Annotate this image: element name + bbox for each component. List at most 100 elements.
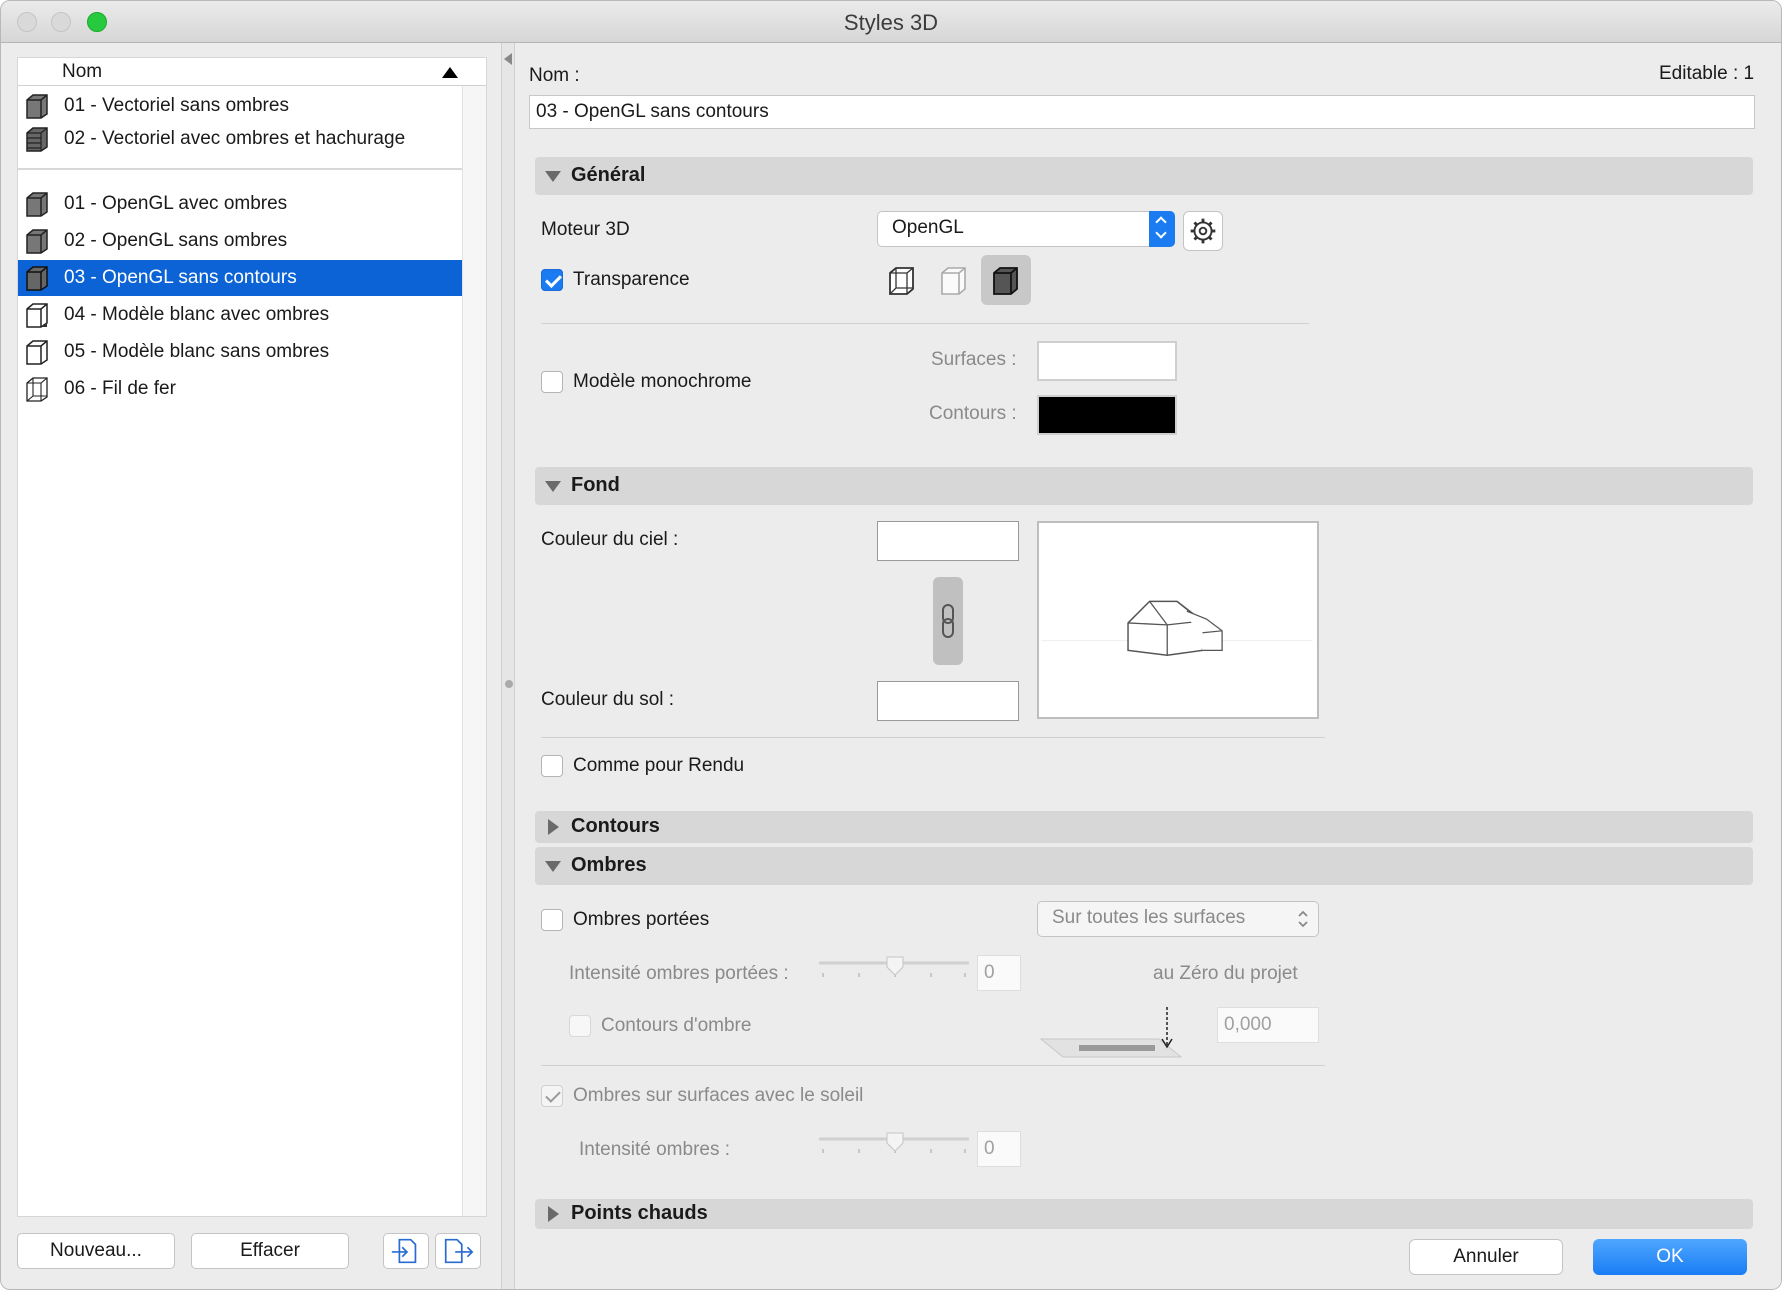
- title-bar: Styles 3D: [1, 1, 1781, 43]
- style-name-input[interactable]: 03 - OpenGL sans contours: [529, 95, 1755, 129]
- opengl-style-icon: [26, 266, 48, 291]
- window-title: Styles 3D: [843, 10, 939, 35]
- list-item-opengl-sans-contours[interactable]: 03 - OpenGL sans contours: [18, 260, 462, 296]
- collapse-arrow-icon[interactable]: [504, 53, 512, 65]
- shadow-intensity-slider[interactable]: [817, 1131, 971, 1161]
- monochrome-checkbox[interactable]: [541, 371, 563, 393]
- section-title: Fond: [571, 474, 620, 496]
- select-stepper-icon: [1149, 211, 1175, 247]
- shadow-contours-checkbox[interactable]: [569, 1015, 591, 1037]
- contours-color-swatch[interactable]: [1037, 395, 1177, 435]
- engine-settings-button[interactable]: [1183, 211, 1223, 251]
- chevron-updown-icon: [1298, 910, 1308, 928]
- name-label: Nom :: [529, 65, 580, 86]
- panel-splitter[interactable]: [501, 43, 515, 1289]
- cast-intensity-slider[interactable]: [817, 955, 971, 985]
- export-icon: [444, 1238, 474, 1264]
- cast-shadows-label: Ombres portées: [573, 909, 710, 930]
- chain-link-icon: [942, 604, 954, 638]
- ground-color-label: Couleur du sol :: [541, 689, 675, 710]
- sky-color-label: Couleur du ciel :: [541, 529, 679, 550]
- list-item-label: 02 - Vectoriel avec ombres et hachurage: [64, 128, 406, 149]
- like-render-label: Comme pour Rendu: [573, 755, 745, 776]
- splitter-handle-icon: [505, 680, 513, 688]
- like-render-checkbox[interactable]: [541, 755, 563, 777]
- vector-style-icon: [26, 94, 48, 119]
- sun-shadows-checkbox[interactable]: [541, 1085, 563, 1107]
- project-zero-label: au Zéro du projet: [1153, 963, 1298, 984]
- monochrome-label: Modèle monochrome: [573, 371, 752, 392]
- render-mode-hidden-line-button[interactable]: [929, 255, 979, 305]
- sun-shadows-label: Ombres sur surfaces avec le soleil: [573, 1085, 864, 1106]
- render-mode-shading-button[interactable]: [981, 255, 1031, 305]
- disclosure-expanded-icon: [545, 861, 561, 872]
- cast-shadows-mode-select[interactable]: Sur toutes les surfaces: [1037, 901, 1319, 937]
- list-scrollbar[interactable]: [462, 86, 486, 1216]
- ground-color-swatch[interactable]: [877, 681, 1019, 721]
- list-item-vectoriel-sans-ombres[interactable]: 01 - Vectoriel sans ombres: [18, 88, 462, 124]
- engine-select[interactable]: OpenGL: [877, 211, 1175, 247]
- new-style-button[interactable]: Nouveau...: [17, 1233, 175, 1269]
- section-title: Contours: [571, 815, 660, 837]
- section-general-header[interactable]: Général: [535, 157, 1753, 195]
- list-item-label: 01 - Vectoriel sans ombres: [64, 95, 289, 116]
- section-contours-header[interactable]: Contours: [535, 811, 1753, 843]
- elevation-value-field[interactable]: 0,000: [1217, 1007, 1319, 1043]
- cast-shadows-checkbox[interactable]: [541, 909, 563, 931]
- cast-intensity-value-field[interactable]: 0: [977, 955, 1021, 991]
- hatched-style-icon: [26, 127, 48, 152]
- wireframe-icon: [26, 377, 48, 402]
- cast-intensity-label: Intensité ombres portées :: [569, 963, 789, 984]
- contours-color-label: Contours :: [929, 403, 1017, 424]
- shadow-intensity-label: Intensité ombres :: [579, 1139, 731, 1160]
- surfaces-label: Surfaces :: [931, 349, 1017, 370]
- section-title: Points chauds: [571, 1202, 708, 1224]
- style-list-panel: Nom 01 - Vectoriel sans ombres 02 - Vect…: [1, 43, 501, 1289]
- list-item-modele-blanc-sans-ombres[interactable]: 05 - Modèle blanc sans ombres: [18, 334, 462, 370]
- import-icon: [391, 1238, 417, 1264]
- list-item-opengl-sans-ombres[interactable]: 02 - OpenGL sans ombres: [18, 223, 462, 259]
- transparency-checkbox[interactable]: [541, 269, 563, 291]
- background-preview: [1037, 521, 1319, 719]
- list-item-fil-de-fer[interactable]: 06 - Fil de fer: [18, 371, 462, 407]
- export-button[interactable]: [435, 1233, 481, 1269]
- delete-style-button[interactable]: Effacer: [191, 1233, 349, 1269]
- editable-count: Editable : 1: [1659, 63, 1755, 84]
- sky-color-swatch[interactable]: [877, 521, 1019, 561]
- list-item-label: 04 - Modèle blanc avec ombres: [64, 304, 330, 325]
- list-item-label: 05 - Modèle blanc sans ombres: [64, 341, 330, 362]
- section-shadows-header[interactable]: Ombres: [535, 847, 1753, 885]
- section-title: Général: [571, 164, 646, 186]
- cancel-button[interactable]: Annuler: [1409, 1239, 1563, 1275]
- shadow-plane-icon: [1039, 1007, 1183, 1058]
- surfaces-color-swatch[interactable]: [1037, 341, 1177, 381]
- disclosure-collapsed-icon: [548, 819, 559, 835]
- list-column-header[interactable]: Nom: [18, 58, 486, 86]
- ok-button[interactable]: OK: [1593, 1239, 1747, 1275]
- list-item-modele-blanc-avec-ombres[interactable]: 04 - Modèle blanc avec ombres: [18, 297, 462, 333]
- divider: [541, 737, 1325, 738]
- disclosure-expanded-icon: [545, 171, 561, 182]
- shading-mode-icon: [993, 267, 1018, 295]
- shadow-intensity-value-field[interactable]: 0: [977, 1131, 1021, 1167]
- disclosure-collapsed-icon: [548, 1206, 559, 1222]
- list-item-opengl-avec-ombres[interactable]: 01 - OpenGL avec ombres: [18, 186, 462, 222]
- render-mode-wireframe-button[interactable]: [877, 255, 927, 305]
- style-settings-panel: Nom : Editable : 1 03 - OpenGL sans cont…: [515, 43, 1781, 1289]
- list-item-label: 01 - OpenGL avec ombres: [64, 193, 288, 214]
- link-colors-button[interactable]: [933, 577, 963, 665]
- transparency-label: Transparence: [573, 269, 690, 290]
- list-item-vectoriel-avec-ombres[interactable]: 02 - Vectoriel avec ombres et hachurage: [18, 121, 462, 157]
- list-item-label: 03 - OpenGL sans contours: [64, 267, 297, 288]
- disclosure-expanded-icon: [545, 481, 561, 492]
- sort-ascending-icon: [442, 67, 458, 78]
- opengl-style-icon: [26, 192, 48, 217]
- section-background-header[interactable]: Fond: [535, 467, 1753, 505]
- white-model-icon: [26, 303, 48, 328]
- cast-shadows-mode-value: Sur toutes les surfaces: [1052, 907, 1246, 928]
- section-title: Ombres: [571, 854, 647, 876]
- import-button[interactable]: [383, 1233, 429, 1269]
- section-hotspots-header[interactable]: Points chauds: [535, 1199, 1753, 1229]
- divider: [541, 1065, 1325, 1066]
- white-model-icon: [26, 340, 48, 365]
